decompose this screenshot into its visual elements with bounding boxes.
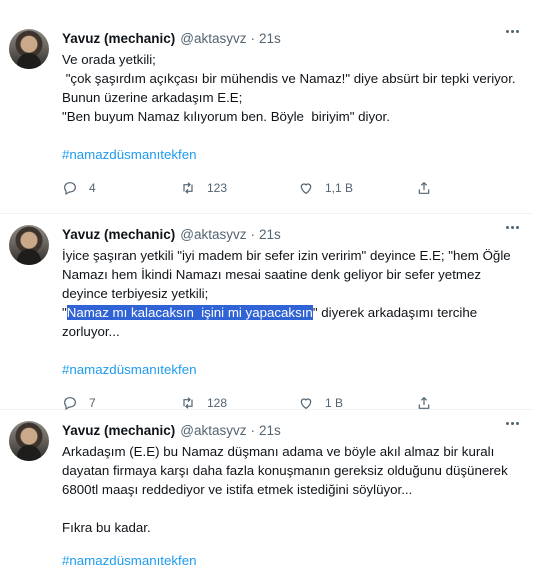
- timeline: Yavuz (mechanic) @aktasyvz · 21s Ve orad…: [0, 0, 533, 568]
- hashtag-link[interactable]: #namazdüsmanıtekfen: [62, 145, 521, 164]
- reply-count: 7: [89, 396, 96, 410]
- timestamp[interactable]: 21s: [259, 31, 281, 46]
- separator: ·: [250, 30, 256, 46]
- share-icon: [418, 396, 430, 409]
- retweet-button[interactable]: 123: [180, 180, 298, 196]
- like-button[interactable]: 1,1 B: [298, 180, 416, 196]
- timestamp[interactable]: 21s: [259, 227, 281, 242]
- tweet-text: İyice şaşıran yetkili "iyi madem bir sef…: [62, 246, 521, 341]
- share-button[interactable]: [416, 180, 443, 196]
- author-name[interactable]: Yavuz (mechanic): [62, 31, 175, 46]
- author-handle[interactable]: @aktasyvz: [180, 423, 246, 438]
- selected-text: Namaz mı kalacaksın işini mi yapacaksın: [66, 305, 313, 320]
- tweet[interactable]: Yavuz (mechanic) @aktasyvz · 21s Arkadaş…: [0, 410, 533, 570]
- share-icon: [418, 181, 430, 194]
- more-icon[interactable]: [506, 30, 519, 33]
- author-name[interactable]: Yavuz (mechanic): [62, 227, 175, 242]
- tweet-text: Arkadaşım (E.E) bu Namaz düşmanı adama v…: [62, 444, 508, 535]
- retweet-count: 128: [207, 396, 228, 410]
- reply-button[interactable]: 4: [62, 180, 180, 196]
- tweet-header: Yavuz (mechanic) @aktasyvz · 21s: [62, 28, 521, 48]
- tweet-header: Yavuz (mechanic) @aktasyvz · 21s: [62, 224, 521, 244]
- avatar[interactable]: [9, 225, 49, 265]
- like-icon: [300, 183, 312, 195]
- like-button[interactable]: 1 B: [298, 395, 416, 411]
- like-count: 1 B: [325, 396, 344, 410]
- tweet[interactable]: Yavuz (mechanic) @aktasyvz · 21s Ve orad…: [0, 18, 533, 214]
- hashtag-link[interactable]: #namazdüsmanıtekfen: [62, 360, 521, 379]
- separator: ·: [250, 422, 256, 438]
- author-handle[interactable]: @aktasyvz: [180, 227, 246, 242]
- reply-icon: [64, 397, 76, 411]
- separator: ·: [250, 226, 256, 242]
- author-name[interactable]: Yavuz (mechanic): [62, 423, 175, 438]
- tweet[interactable]: Yavuz (mechanic) @aktasyvz · 21s İyice ş…: [0, 214, 533, 411]
- tweet-header: Yavuz (mechanic) @aktasyvz · 21s: [62, 420, 521, 440]
- retweet-button[interactable]: 128: [180, 395, 298, 411]
- reply-icon: [64, 182, 76, 196]
- share-button[interactable]: [416, 395, 443, 411]
- retweet-icon: [183, 182, 193, 194]
- retweet-count: 123: [207, 181, 228, 195]
- timestamp[interactable]: 21s: [259, 423, 281, 438]
- like-count: 1,1 B: [325, 181, 354, 195]
- more-icon[interactable]: [506, 422, 519, 425]
- avatar[interactable]: [9, 421, 49, 461]
- avatar[interactable]: [9, 29, 49, 69]
- reply-button[interactable]: 7: [62, 395, 180, 411]
- retweet-icon: [183, 397, 193, 409]
- more-icon[interactable]: [506, 226, 519, 229]
- tweet-text: Ve orada yetkili; "çok şaşırdım açıkçası…: [62, 52, 516, 124]
- like-icon: [300, 398, 312, 410]
- author-handle[interactable]: @aktasyvz: [180, 31, 246, 46]
- tweet-actions: 4 123 1,1 B: [62, 178, 521, 198]
- reply-count: 4: [89, 181, 96, 195]
